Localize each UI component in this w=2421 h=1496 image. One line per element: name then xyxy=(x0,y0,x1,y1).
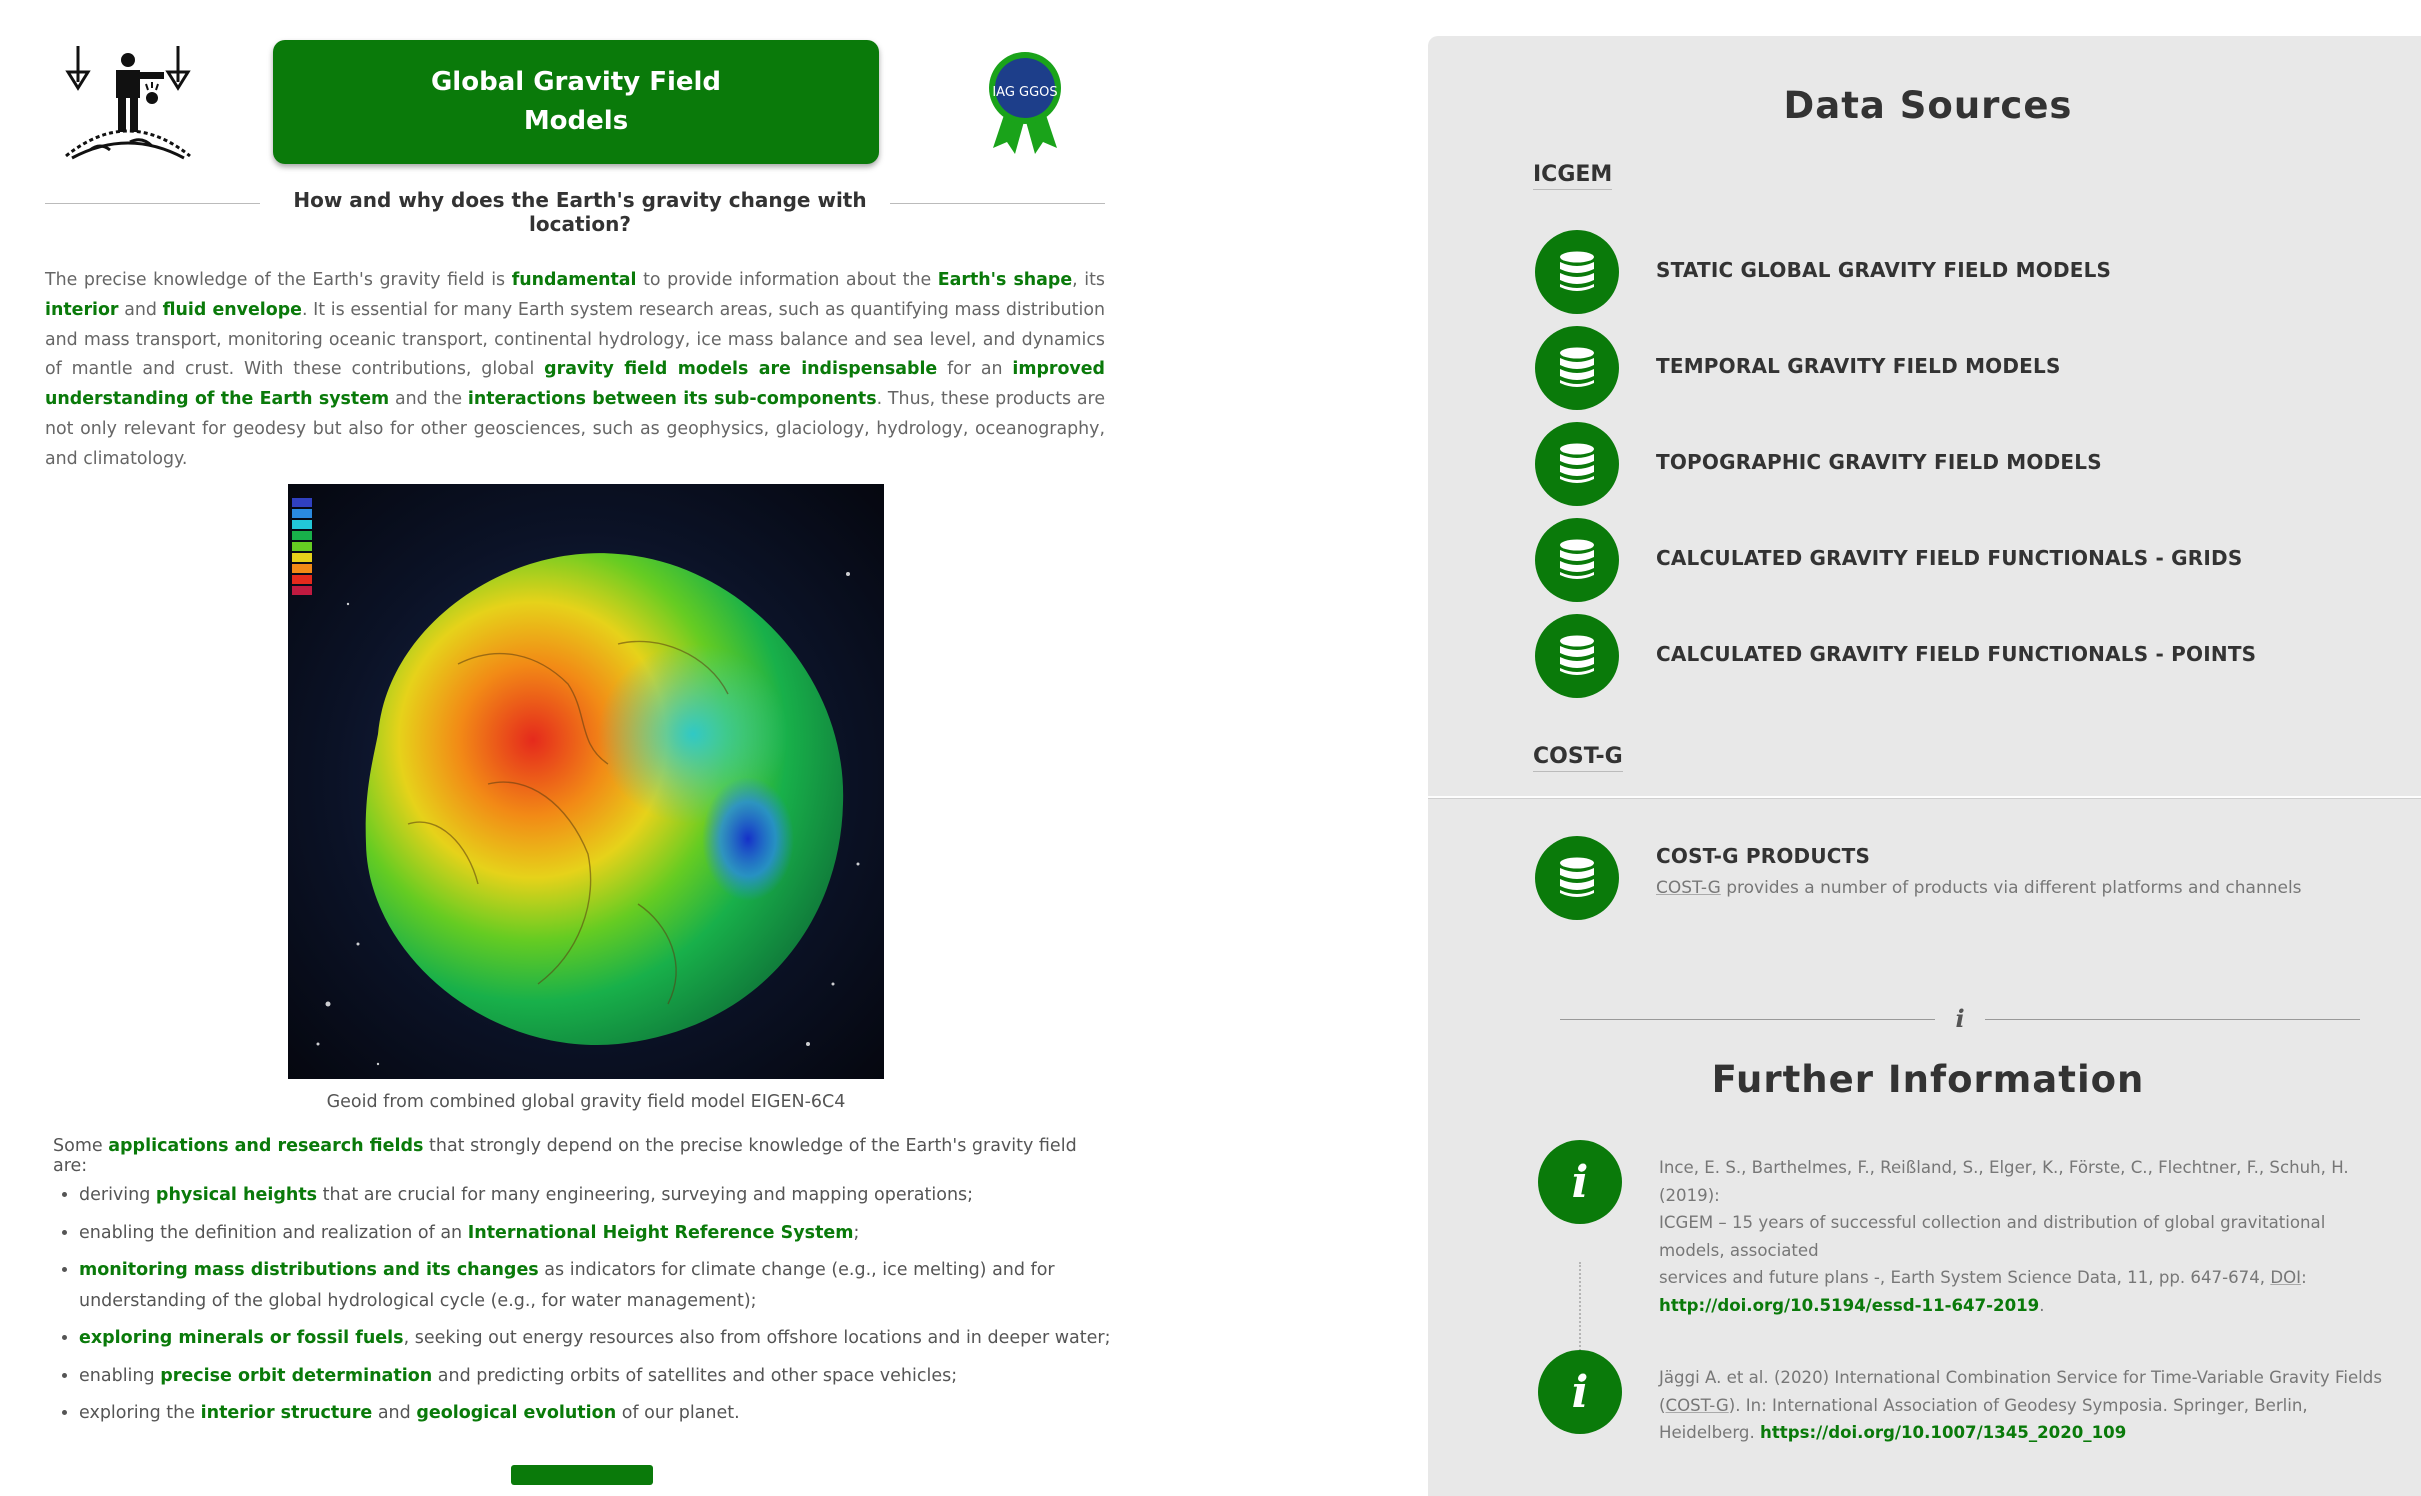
keyword-link[interactable]: fluid envelope xyxy=(163,300,302,320)
intro-text: for an xyxy=(937,359,1013,380)
reference-text: services and future plans -, Earth Syste… xyxy=(1659,1268,2271,1288)
keyword-link[interactable]: Earth's shape xyxy=(938,270,1072,290)
main-content: Global Gravity Field Models IAG GGOS How… xyxy=(45,0,1115,1485)
list-item: exploring minerals or fossil fuels, seek… xyxy=(79,1323,1159,1354)
page-title-banner: Global Gravity Field Models xyxy=(273,40,879,164)
subtitle-row: How and why does the Earth's gravity cha… xyxy=(45,186,1105,236)
cost-g-link[interactable]: COST-G xyxy=(1656,878,1721,898)
info-icon: i xyxy=(1538,1350,1622,1434)
figure-caption: Geoid from combined global gravity field… xyxy=(326,1092,846,1112)
keyword-link[interactable]: interior structure xyxy=(201,1403,373,1423)
data-source-grids[interactable]: CALCULATED GRAVITY FIELD FUNCTIONALS - G… xyxy=(1535,518,2415,602)
database-icon xyxy=(1535,518,1619,602)
keyword-link[interactable]: exploring minerals or fossil fuels xyxy=(79,1328,404,1348)
list-item: enabling the definition and realization … xyxy=(79,1218,1159,1249)
database-icon xyxy=(1535,614,1619,698)
database-icon xyxy=(1535,836,1619,920)
data-source-label: TOPOGRAPHIC GRAVITY FIELD MODELS xyxy=(1656,450,2102,474)
database-icon xyxy=(1535,422,1619,506)
intro-text: , its xyxy=(1072,270,1105,290)
info-divider-icon: i xyxy=(1955,1004,1965,1033)
data-source-label: CALCULATED GRAVITY FIELD FUNCTIONALS - G… xyxy=(1656,546,2243,570)
panel-divider-shadow xyxy=(1428,798,2421,799)
data-sources-heading: Data Sources xyxy=(1783,84,2073,127)
list-text: and predicting orbits of satellites and … xyxy=(432,1365,958,1386)
applications-intro: Some applications and research fields th… xyxy=(53,1136,1113,1176)
reference-text: ICGEM – 15 years of successful collectio… xyxy=(1659,1213,2326,1260)
badge-text: IAG GGOS xyxy=(992,85,1057,100)
list-text: enabling xyxy=(79,1365,161,1386)
reference-jaeggi-2020: Jäggi A. et al. (2020) International Com… xyxy=(1659,1364,2389,1447)
keyword-link[interactable]: monitoring mass distributions and its ch… xyxy=(79,1260,539,1280)
reference-ince-2019: Ince, E. S., Barthelmes, F., Reißland, S… xyxy=(1659,1154,2389,1320)
list-text: , seeking out energy resources also from… xyxy=(403,1328,1111,1348)
list-item: deriving physical heights that are cruci… xyxy=(79,1180,1159,1211)
page-subtitle: How and why does the Earth's gravity cha… xyxy=(293,188,867,236)
more-button[interactable] xyxy=(511,1465,653,1485)
gravity-person-logo-icon[interactable] xyxy=(60,38,195,168)
applications-list: deriving physical heights that are cruci… xyxy=(45,1180,1159,1436)
reference-text: . xyxy=(2039,1295,2045,1315)
keyword-link[interactable]: interior xyxy=(45,300,119,320)
subtitle-rule-left xyxy=(45,203,260,204)
data-source-points[interactable]: CALCULATED GRAVITY FIELD FUNCTIONALS - P… xyxy=(1535,614,2415,698)
description-text: provides a number of products via differ… xyxy=(1720,878,2302,898)
keyword-link[interactable]: geological evolution xyxy=(416,1403,616,1423)
list-text: that are crucial for many engineering, s… xyxy=(317,1185,974,1205)
keyword-link[interactable]: precise orbit determination xyxy=(160,1366,432,1386)
list-text: enabling the definition and realization … xyxy=(79,1222,468,1243)
data-source-static[interactable]: STATIC GLOBAL GRAVITY FIELD MODELS xyxy=(1535,230,2415,314)
list-item: enabling precise orbit determination and… xyxy=(79,1361,1159,1392)
data-source-cost-g[interactable]: COST-G PRODUCTS COST-G provides a number… xyxy=(1535,836,2415,920)
data-source-label: COST-G PRODUCTS xyxy=(1656,844,1871,868)
intro-text: and the xyxy=(389,389,468,410)
divider-rule-left xyxy=(1560,1019,1935,1020)
keyword-link[interactable]: fundamental xyxy=(512,270,637,290)
divider-rule-right xyxy=(1985,1019,2360,1020)
keyword-link[interactable]: applications and research fields xyxy=(108,1136,423,1156)
intro-text: The precise knowledge of the Earth's gra… xyxy=(45,270,512,290)
intro-text: and xyxy=(118,299,163,320)
info-divider: i xyxy=(1560,1004,2360,1034)
page-title: Global Gravity Field Models xyxy=(430,67,722,136)
data-source-label: CALCULATED GRAVITY FIELD FUNCTIONALS - P… xyxy=(1656,642,2257,666)
doi-link[interactable]: http://doi.org/10.5194/essd-11-647-2019 xyxy=(1659,1296,2039,1315)
cost-g-link[interactable]: COST-G xyxy=(1665,1396,1728,1415)
database-icon xyxy=(1535,230,1619,314)
sidebar-panel: Data Sources ICGEM STATIC GLOBAL GRAVITY… xyxy=(1428,36,2421,1496)
list-text: and xyxy=(372,1403,417,1423)
group-label-icgem: ICGEM xyxy=(1533,162,1613,190)
reference-text: Ince, E. S., Barthelmes, F., Reißland, S… xyxy=(1659,1158,2349,1205)
geoid-image[interactable] xyxy=(288,484,884,1079)
database-icon xyxy=(1535,326,1619,410)
intro-text: to provide information about the xyxy=(636,270,938,290)
keyword-link[interactable]: International Height Reference System xyxy=(468,1223,854,1243)
data-source-topographic[interactable]: TOPOGRAPHIC GRAVITY FIELD MODELS xyxy=(1535,422,2415,506)
intro-paragraph: The precise knowledge of the Earth's gra… xyxy=(45,266,1105,475)
further-information-heading: Further Information xyxy=(1711,1058,2145,1101)
data-source-label: STATIC GLOBAL GRAVITY FIELD MODELS xyxy=(1656,258,2112,282)
info-icon: i xyxy=(1538,1140,1622,1224)
keyword-link[interactable]: gravity field models are indispensable xyxy=(544,359,937,379)
doi-link[interactable]: https://doi.org/10.1007/1345_2020_109 xyxy=(1760,1423,2126,1442)
subtitle-rule-right xyxy=(890,203,1105,204)
list-item: monitoring mass distributions and its ch… xyxy=(79,1255,1159,1316)
group-label-cost-g: COST-G xyxy=(1533,744,1623,772)
reference-text: : xyxy=(2301,1268,2307,1288)
geoid-illustration xyxy=(292,498,860,1066)
list-text: exploring the xyxy=(79,1403,201,1423)
data-source-temporal[interactable]: TEMPORAL GRAVITY FIELD MODELS xyxy=(1535,326,2415,410)
keyword-link[interactable]: physical heights xyxy=(156,1185,317,1205)
list-text: of our planet. xyxy=(616,1403,740,1423)
apps-intro-text: Some xyxy=(53,1136,109,1156)
list-text: ; xyxy=(853,1222,860,1243)
keyword-link[interactable]: interactions between its sub-components xyxy=(468,389,877,409)
legend-colorbar xyxy=(292,498,312,595)
ggos-rosette-badge-icon[interactable]: IAG GGOS xyxy=(985,48,1065,156)
list-item: exploring the interior structure and geo… xyxy=(79,1398,1159,1429)
doi-label: DOI xyxy=(2270,1268,2302,1288)
list-text: deriving xyxy=(79,1185,156,1205)
data-source-label: TEMPORAL GRAVITY FIELD MODELS xyxy=(1656,354,2061,378)
data-source-description: COST-G provides a number of products via… xyxy=(1656,878,2302,898)
